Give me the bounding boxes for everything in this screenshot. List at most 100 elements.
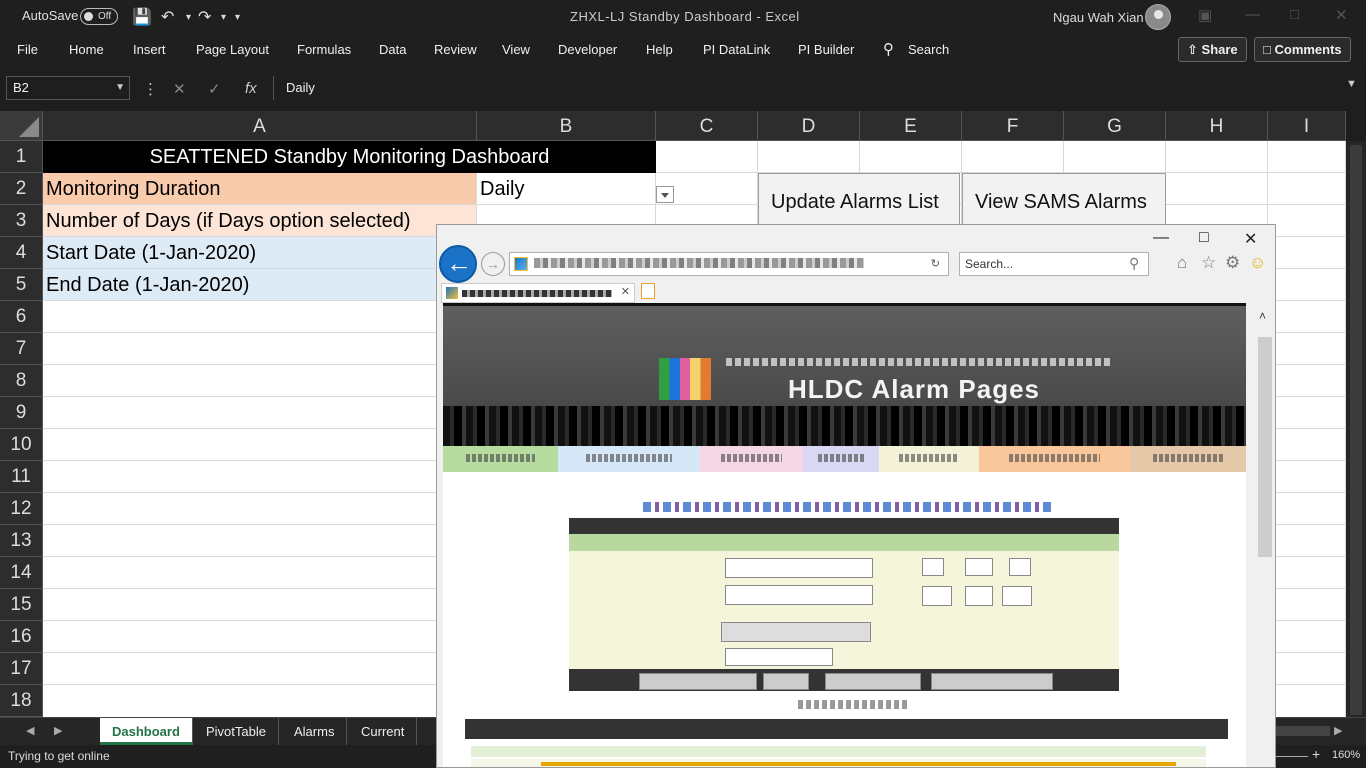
form-input[interactable] (725, 648, 833, 666)
browser-maximize-icon[interactable]: □ (1199, 229, 1209, 247)
address-bar[interactable]: ↻ (509, 252, 949, 276)
sheet-tab-pivottable[interactable]: PivotTable (194, 718, 279, 745)
browser-minimize-icon[interactable]: — (1153, 229, 1169, 247)
row-header-3[interactable]: 3 (0, 205, 43, 237)
redo-icon[interactable]: ↷ (198, 7, 211, 27)
form-input[interactable] (922, 586, 952, 606)
more-icon[interactable]: ⋮ (143, 80, 158, 98)
undo-dropdown-icon[interactable]: ▾ (186, 12, 191, 23)
tab-page-layout[interactable]: Page Layout (196, 42, 269, 57)
horizontal-scrollbar[interactable] (1270, 726, 1330, 736)
sheet-tab-current[interactable]: Current (349, 718, 418, 745)
tab-file[interactable]: File (17, 42, 38, 57)
form-input[interactable] (725, 558, 873, 578)
search-icon[interactable]: ⚲ (883, 40, 894, 58)
row-header-12[interactable]: 12 (0, 493, 43, 525)
nav-link[interactable] (879, 446, 979, 472)
maximize-icon[interactable]: □ (1290, 6, 1299, 23)
form-button[interactable] (763, 673, 809, 690)
row-header-7[interactable]: 7 (0, 333, 43, 365)
sheet-tab-dashboard[interactable]: Dashboard (100, 718, 193, 745)
zoom-in-icon[interactable]: + (1312, 746, 1320, 762)
tab-view[interactable]: View (502, 42, 530, 57)
scrollbar-thumb[interactable] (1350, 145, 1362, 715)
column-header-d[interactable]: D (758, 111, 860, 141)
settings-gear-icon[interactable]: ⚙ (1225, 253, 1240, 273)
form-button[interactable] (721, 622, 871, 642)
browser-scrollbar-thumb[interactable] (1258, 337, 1272, 557)
row-header-13[interactable]: 13 (0, 525, 43, 557)
row-header-10[interactable]: 10 (0, 429, 43, 461)
nav-link[interactable] (979, 446, 1130, 472)
column-header-c[interactable]: C (656, 111, 758, 141)
home-icon[interactable]: ⌂ (1177, 253, 1187, 273)
user-name[interactable]: Ngau Wah Xian (1053, 10, 1144, 25)
chevron-down-icon[interactable]: ▼ (115, 77, 125, 99)
customize-qat-icon[interactable]: ▾ (235, 12, 240, 23)
update-alarms-button[interactable]: Update Alarms List (758, 173, 960, 229)
form-input[interactable] (1009, 558, 1031, 576)
row-header-2[interactable]: 2 (0, 173, 43, 205)
cancel-icon[interactable]: ✕ (173, 80, 186, 98)
zoom-level[interactable]: 160% (1332, 749, 1360, 761)
row-header-16[interactable]: 16 (0, 621, 43, 653)
form-button[interactable] (639, 673, 757, 690)
tab-developer[interactable]: Developer (558, 42, 617, 57)
browser-tab[interactable]: ✕ (441, 283, 635, 303)
nav-link[interactable] (443, 446, 558, 472)
ribbon-display-icon[interactable]: ▣ (1198, 6, 1212, 24)
browser-close-icon[interactable]: ✕ (1244, 229, 1257, 249)
row-header-17[interactable]: 17 (0, 653, 43, 685)
dashboard-title-cell[interactable]: SEATTENED Standby Monitoring Dashboard (43, 141, 656, 173)
cell-a3[interactable]: Number of Days (if Days option selected) (43, 205, 476, 236)
tab-formulas[interactable]: Formulas (297, 42, 351, 57)
form-input[interactable] (725, 585, 873, 605)
row-header-5[interactable]: 5 (0, 269, 43, 301)
favorites-star-icon[interactable]: ☆ (1201, 253, 1216, 273)
cell-a2[interactable]: Monitoring Duration (43, 173, 476, 204)
column-header-h[interactable]: H (1166, 111, 1268, 141)
comments-button[interactable]: □ Comments (1254, 37, 1351, 62)
row-header-11[interactable]: 11 (0, 461, 43, 493)
nav-link[interactable] (1130, 446, 1246, 472)
form-button[interactable] (825, 673, 921, 690)
cell-a4[interactable]: Start Date (1-Jan-2020) (43, 237, 476, 268)
form-input[interactable] (922, 558, 944, 576)
web-page-content[interactable]: HLDC Alarm Pages (443, 303, 1246, 767)
tab-pi-builder[interactable]: PI Builder (798, 42, 854, 57)
expand-formula-icon[interactable]: ▼ (1346, 78, 1357, 90)
column-header-a[interactable]: A (43, 111, 477, 141)
minimize-icon[interactable]: — (1245, 6, 1260, 23)
enter-icon[interactable]: ✓ (208, 80, 221, 98)
browser-scrollbar[interactable]: ˄ (1255, 303, 1275, 767)
column-header-b[interactable]: B (477, 111, 656, 141)
view-alarms-button[interactable]: View SAMS Alarms (962, 173, 1166, 229)
tab-data[interactable]: Data (379, 42, 406, 57)
row-header-8[interactable]: 8 (0, 365, 43, 397)
tab-insert[interactable]: Insert (133, 42, 166, 57)
select-all-corner[interactable] (0, 111, 43, 141)
form-button[interactable] (931, 673, 1053, 690)
tab-help[interactable]: Help (646, 42, 673, 57)
row-header-18[interactable]: 18 (0, 685, 43, 717)
nav-link[interactable] (803, 446, 879, 472)
tab-close-icon[interactable]: ✕ (621, 285, 630, 298)
cell-b2[interactable]: Daily (477, 173, 655, 204)
undo-icon[interactable]: ↶ (161, 7, 174, 27)
row-header-1[interactable]: 1 (0, 141, 43, 173)
dropdown-arrow-icon[interactable] (656, 186, 674, 203)
vertical-scrollbar[interactable] (1346, 141, 1366, 717)
refresh-icon[interactable]: ↻ (931, 257, 940, 270)
new-tab-icon[interactable] (641, 283, 655, 299)
row-header-14[interactable]: 14 (0, 557, 43, 589)
row-header-4[interactable]: 4 (0, 237, 43, 269)
insert-function-icon[interactable]: fx (245, 80, 257, 97)
page-links-row[interactable] (643, 502, 1053, 512)
browser-window[interactable]: — □ ✕ → ↻ Search... ⚲ ⌂ ☆ ⚙ ☺ ✕ HLDC Ala… (436, 224, 1276, 768)
tab-pi-datalink[interactable]: PI DataLink (703, 42, 770, 57)
column-header-e[interactable]: E (860, 111, 962, 141)
save-icon[interactable]: 💾 (132, 7, 152, 27)
column-header-i[interactable]: I (1268, 111, 1346, 141)
tab-review[interactable]: Review (434, 42, 477, 57)
search-icon[interactable]: ⚲ (1129, 255, 1139, 272)
